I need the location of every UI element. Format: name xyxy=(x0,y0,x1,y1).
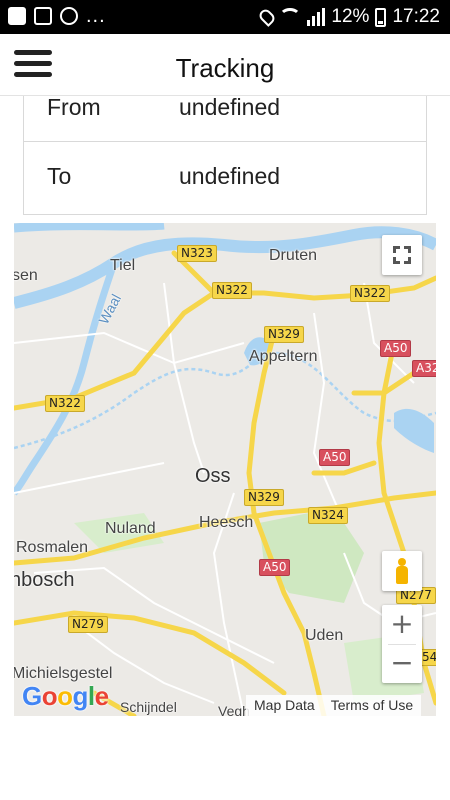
wifi-icon xyxy=(279,8,302,26)
road-badge-n279: N279 xyxy=(68,616,108,633)
battery-icon xyxy=(375,7,387,27)
road-badge-n329: N329 xyxy=(264,326,304,343)
route-card: From undefined To undefined xyxy=(23,94,427,215)
road-badge-a50: A50 xyxy=(380,340,412,357)
terms-of-use-link[interactable]: Terms of Use xyxy=(331,695,413,716)
app-bar: Tracking xyxy=(0,34,450,96)
map-label-druten: Druten xyxy=(269,247,318,264)
map-label-nuland: Nuland xyxy=(105,520,156,537)
road-badge-n329: N329 xyxy=(244,489,284,506)
map-label-sen: sen xyxy=(14,267,38,284)
road-badge-n322: N322 xyxy=(45,395,85,412)
map-label-oss: Oss xyxy=(195,465,231,487)
news-icon xyxy=(34,7,52,25)
more-notifications-icon: ... xyxy=(86,5,106,27)
system-icons: 12% 17:22 xyxy=(257,6,440,28)
page-title: Tracking xyxy=(175,53,275,83)
road-badge-a50: A50 xyxy=(259,559,291,576)
fullscreen-icon[interactable] xyxy=(382,235,422,275)
map-label-schijndel: Schijndel xyxy=(120,699,177,715)
road-badge-n322: N322 xyxy=(350,285,390,302)
whatsapp-icon xyxy=(60,7,78,25)
road-badge-n322: N322 xyxy=(212,282,252,299)
notification-icons: ... xyxy=(8,5,106,27)
road-badge-n324: N324 xyxy=(308,507,348,524)
map-attribution: Map Data Terms of Use xyxy=(246,695,422,716)
google-logo: Google xyxy=(22,681,109,711)
from-row: From undefined xyxy=(24,94,426,142)
clock: 17:22 xyxy=(392,6,440,27)
map-label-appeltern: Appeltern xyxy=(249,348,318,365)
to-row: To undefined xyxy=(24,142,426,214)
status-bar: ... 12% 17:22 xyxy=(0,0,450,34)
river xyxy=(14,223,165,233)
to-label: To xyxy=(47,163,72,189)
zoom-in-button[interactable]: + xyxy=(382,605,422,644)
zoom-out-button[interactable]: − xyxy=(382,644,422,683)
to-value: undefined xyxy=(179,163,281,189)
battery-percent: 12% xyxy=(331,6,370,27)
from-label: From xyxy=(47,94,101,120)
from-value: undefined xyxy=(179,94,281,120)
lake xyxy=(394,408,434,453)
road-badge-a50: A50 xyxy=(319,449,351,466)
signal-icon xyxy=(307,8,326,26)
map-data-link[interactable]: Map Data xyxy=(254,695,315,716)
map-label-heesch: Heesch xyxy=(199,514,254,531)
map-view[interactable]: sen Tiel Druten Waal Appeltern Oss Nulan… xyxy=(14,223,436,716)
map-label-uden: Uden xyxy=(305,627,344,644)
street-view-pegman-icon[interactable] xyxy=(382,551,422,591)
map-label-bosch: nbosch xyxy=(14,569,75,591)
flipboard-icon xyxy=(8,7,26,25)
road-badge-n323: N323 xyxy=(177,245,217,262)
zoom-control: + − xyxy=(382,605,422,683)
location-icon xyxy=(257,7,278,27)
road-badge-a32: A32 xyxy=(412,360,436,377)
map-label-tiel: Tiel xyxy=(110,257,136,274)
map-label-rosmalen: Rosmalen xyxy=(16,539,89,556)
